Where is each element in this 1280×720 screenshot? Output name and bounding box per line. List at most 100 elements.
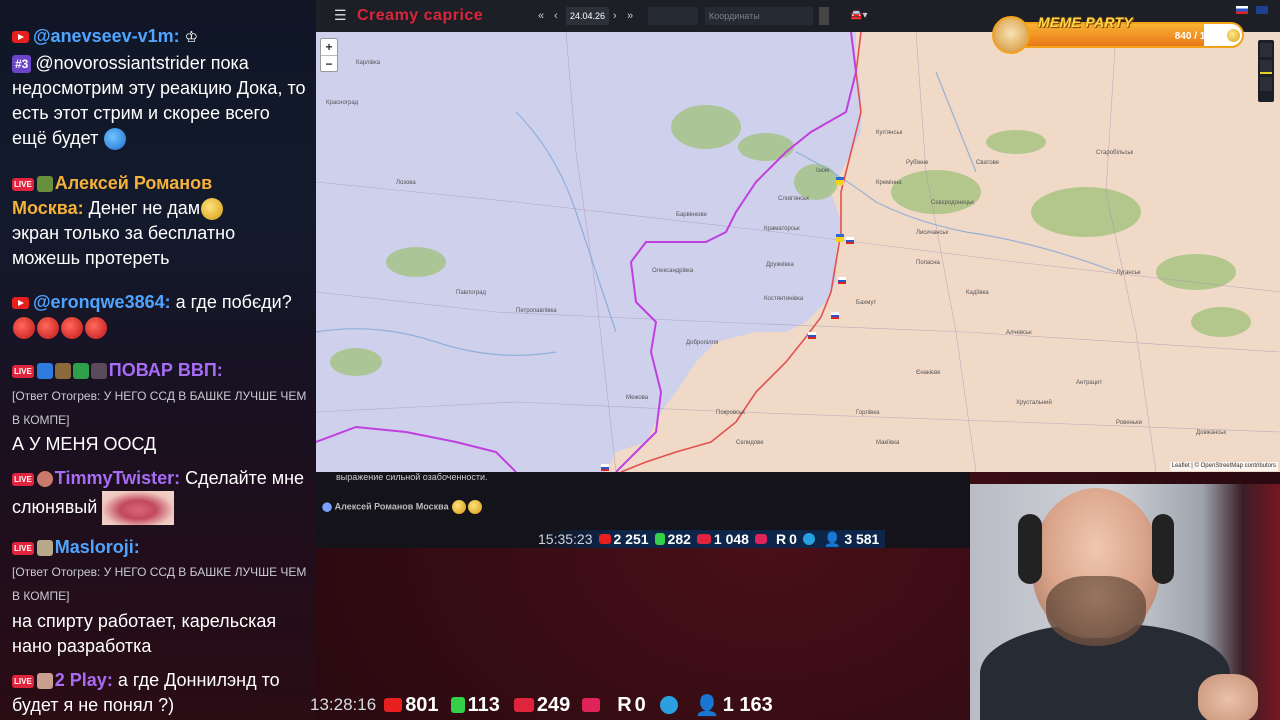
map-label: Кремінна (876, 180, 902, 186)
fullscreen-icon[interactable] (1260, 77, 1272, 91)
angry-emote-icon (61, 317, 83, 340)
rutube-icon: R (617, 693, 632, 716)
chat-message: @anevseev-v1m: ♔ (12, 24, 308, 50)
live-badge-icon: LIVE (12, 364, 34, 378)
chat-message: LIVE TimmyTwister: Сделайте мне слюнявый (12, 466, 308, 525)
map-label: Хрустальний (1016, 400, 1052, 406)
headphone-right (1152, 514, 1174, 584)
map-label: Куп'янськ (876, 130, 903, 136)
map-label: Єнакієве (916, 370, 941, 376)
zoom-control: + − (320, 38, 338, 72)
map-canvas[interactable] (316, 32, 1280, 472)
chat-text: а где побєди? (175, 292, 292, 312)
live-badge-icon: LIVE (12, 541, 34, 555)
chat-text: @novorossiantstrider пока недосмотрим эт… (12, 53, 306, 148)
emote-icon (452, 500, 467, 514)
angry-emote-icon (85, 317, 107, 340)
chat-username-city: Москва: (12, 198, 84, 218)
badge-icon (36, 363, 53, 380)
map-attribution[interactable]: Leaflet | © OpenStreetMap contributors (1169, 462, 1278, 471)
menu-icon[interactable]: ☰ (334, 6, 347, 24)
map-label: Ровеньки (1116, 420, 1142, 426)
rutube-viewers: 0 (789, 531, 797, 547)
vklive-icon (696, 534, 711, 544)
embedded-chat-text: Алексей Романов Москва (334, 501, 449, 512)
crown-icon: ♔ (184, 29, 199, 46)
avatar-icon (36, 540, 53, 557)
chat-text: на спирту работает, карельская нано разр… (12, 611, 277, 656)
coordinates-input[interactable]: Координаты (705, 7, 813, 25)
chat-username: @eronqwe3864: (33, 292, 171, 312)
rank-badge: #3 (12, 55, 32, 74)
vkvideo-icon (754, 534, 767, 544)
user-icon: 👤 (823, 530, 842, 547)
headphone-left (1018, 514, 1042, 584)
youtube-icon (12, 31, 29, 44)
meme-party-count: 840 / 1000 (1174, 31, 1222, 42)
chat-reply-quote: [Ответ Отогрев: У НЕГО ССД В БАШКЕ ЛУЧШЕ… (12, 565, 307, 603)
map-label: Покровськ (716, 410, 745, 416)
youtube-viewers: 2 251 (613, 531, 649, 547)
user-icon: 👤 (694, 694, 720, 717)
chat-message: LIVE Masloroji: (12, 535, 308, 560)
zoom-in-button[interactable]: + (321, 39, 337, 55)
map-label: Ізюм (816, 168, 829, 174)
map-label: Слов'янськ (778, 196, 809, 202)
chat-text: Денег не дам (88, 198, 201, 218)
stream-stats-big: 13:28:16 801 113 249 R0 👤 1 163 (310, 692, 773, 718)
chat-message: LIVE 2 Play: а где Доннилэнд то будет я н… (12, 668, 308, 718)
first-date-icon[interactable]: « (538, 7, 544, 25)
youtube-icon (12, 297, 29, 310)
vklive-viewers: 249 (536, 693, 571, 716)
map-label: Краматорськ (764, 226, 800, 232)
russian-flag-icon[interactable] (1236, 6, 1248, 14)
live-badge-icon: LIVE (12, 177, 34, 191)
chat-username: Masloroji: (54, 537, 140, 557)
kick-icon (654, 533, 665, 545)
map-label: Петропавлівка (516, 308, 557, 314)
badge-icon (90, 363, 107, 380)
english-flag-icon[interactable] (1256, 6, 1268, 14)
kick-viewers: 282 (667, 531, 691, 547)
meme-party-title: MEME PARTY (1038, 14, 1134, 30)
map-label: Луганськ (1116, 270, 1141, 276)
last-date-icon[interactable]: » (627, 7, 633, 25)
chat-message: #3 @novorossiantstrider пока недосмотрим … (12, 51, 308, 151)
lips-emote-icon (102, 491, 175, 525)
layers-icon[interactable] (1260, 43, 1272, 57)
chat-message: LIVE Алексей Романов Москва: Денег не дам… (12, 171, 308, 271)
map-label: Макіївка (876, 440, 900, 446)
map-label: Карлівка (356, 60, 381, 66)
streamer-beard (1046, 576, 1146, 646)
map-label: Кадіївка (966, 290, 989, 296)
prev-date-icon[interactable]: ‹ (554, 7, 558, 25)
zoom-out-button[interactable]: − (321, 55, 337, 71)
map-label: Довжанськ (1196, 430, 1227, 436)
chat-username: TimmyTwister: (54, 468, 181, 488)
chat-text: А У МЕНЯ ООСД (12, 434, 157, 454)
map-label: Олександрівка (652, 268, 694, 274)
map-label: Горлівка (856, 410, 880, 416)
subtitle-text: выражение сильной озабоченности. (336, 472, 488, 482)
telegram-icon (659, 696, 678, 714)
live-badge-icon: LIVE (12, 472, 34, 486)
thinking-emote-icon (201, 198, 224, 221)
tank-icon (36, 176, 53, 193)
chat-text-cont: экран только за бесплатно можешь протере… (12, 223, 236, 268)
chat-message: LIVE ПОВАР ВВП: (12, 358, 308, 383)
next-date-icon[interactable]: › (613, 7, 617, 25)
map-label: Красноград (326, 100, 359, 106)
kick-icon (450, 697, 465, 713)
copy-icon[interactable] (819, 7, 829, 25)
vklive-viewers: 1 048 (713, 531, 749, 547)
doge-icon (992, 16, 1030, 54)
map-window: ☰ Creamy caprice « ‹ 24.04.26 › » Коорди… (316, 0, 1280, 472)
map-label: Дружківка (766, 262, 794, 268)
date-field[interactable]: 24.04.26 (566, 7, 610, 25)
vklive-icon (513, 698, 534, 712)
layer-tools[interactable] (648, 7, 698, 25)
total-viewers: 1 163 (722, 693, 773, 716)
ruler-icon[interactable] (1260, 60, 1272, 74)
streamer-hand (1198, 674, 1258, 720)
vehicle-icon[interactable]: 🚘▾ (850, 7, 867, 25)
